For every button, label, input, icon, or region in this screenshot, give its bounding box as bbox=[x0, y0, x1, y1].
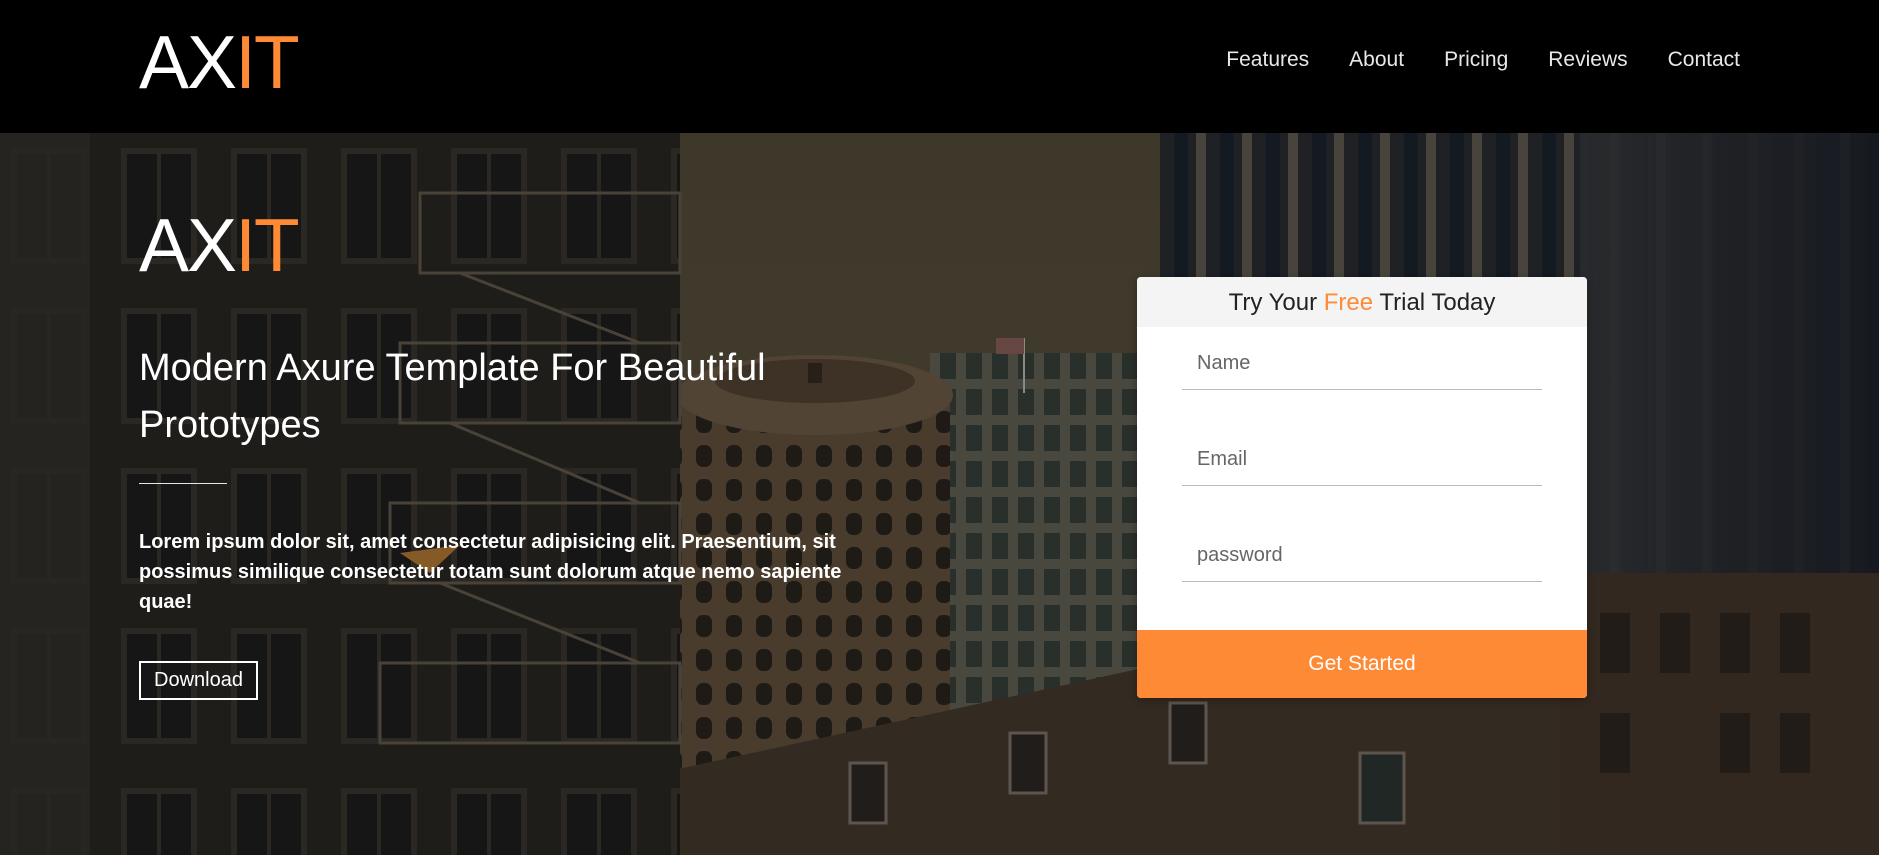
brand-logo-prefix: AX bbox=[139, 20, 237, 104]
hero-brand-accent: IT bbox=[235, 203, 300, 287]
hero-divider bbox=[139, 483, 227, 484]
nav-link-about[interactable]: About bbox=[1349, 46, 1404, 74]
brand-logo[interactable]: AXIT bbox=[139, 20, 300, 104]
free-trial-form: Try Your Free Trial Today Get Started bbox=[1137, 277, 1587, 698]
download-button[interactable]: Download bbox=[139, 661, 258, 700]
form-title-start: Try Your bbox=[1228, 289, 1324, 316]
hero-description: Lorem ipsum dolor sit, amet consectetur … bbox=[139, 531, 842, 613]
hero-brand-prefix: AX bbox=[139, 203, 237, 287]
nav-link-reviews[interactable]: Reviews bbox=[1548, 46, 1627, 74]
nav-link-contact[interactable]: Contact bbox=[1668, 46, 1740, 74]
nav-link-features[interactable]: Features bbox=[1226, 46, 1309, 74]
navbar: AXIT Features About Pricing Reviews Cont… bbox=[0, 0, 1879, 133]
get-started-button[interactable]: Get Started bbox=[1137, 630, 1587, 698]
form-title-end: Trial Today bbox=[1373, 289, 1496, 316]
brand-logo-accent: IT bbox=[235, 20, 300, 104]
nav-links: Features About Pricing Reviews Contact bbox=[1186, 46, 1740, 74]
form-title: Try Your Free Trial Today bbox=[1137, 277, 1587, 327]
hero-brand-logo: AXIT bbox=[139, 203, 300, 287]
nav-link-pricing[interactable]: Pricing bbox=[1444, 46, 1508, 74]
hero-heading: Modern Axure Template For Beautiful Prot… bbox=[139, 347, 766, 446]
name-input[interactable] bbox=[1182, 338, 1542, 390]
email-input[interactable] bbox=[1182, 434, 1542, 486]
form-title-accent: Free bbox=[1323, 289, 1374, 316]
password-input[interactable] bbox=[1182, 530, 1542, 582]
